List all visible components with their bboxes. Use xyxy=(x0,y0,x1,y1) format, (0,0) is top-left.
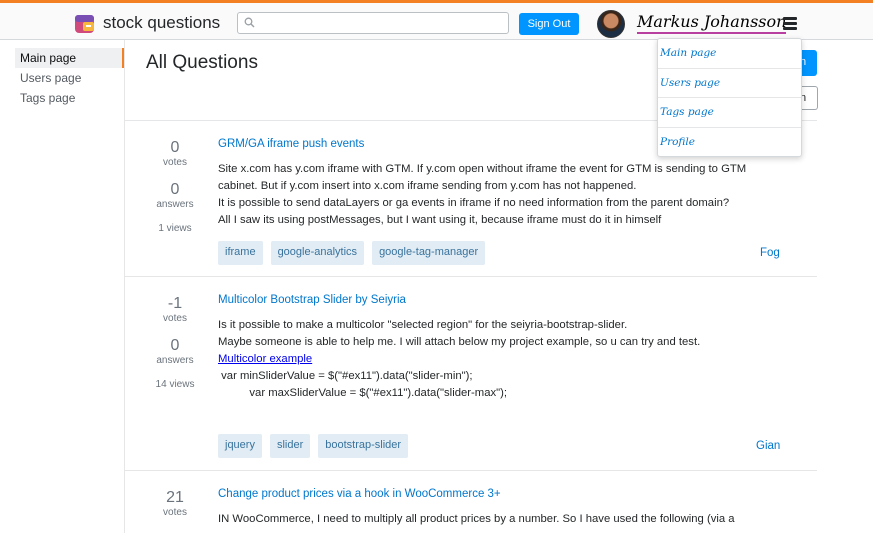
vote-label: votes xyxy=(163,313,187,324)
excerpt-line: cabinet. But if y.com insert into x.com … xyxy=(218,180,637,192)
excerpt-line: Maybe someone is able to help me. I will… xyxy=(218,336,701,348)
page-title: All Questions xyxy=(146,52,258,73)
answer-label: answers xyxy=(156,199,194,210)
answer-count: 0 xyxy=(170,181,180,198)
dropdown-item-profile[interactable]: Profile xyxy=(658,128,801,158)
question-title[interactable]: Change product prices via a hook in WooC… xyxy=(218,488,501,500)
excerpt-line: It is possible to send dataLayers or ga … xyxy=(218,197,730,209)
author-link[interactable]: Gian xyxy=(756,440,780,452)
question-row: -1 votes 0 answers 14 views Multicolor B… xyxy=(125,276,817,470)
question-stats: 0 votes 0 answers 1 views xyxy=(125,139,225,234)
question-excerpt: Is it possible to make a multicolor "sel… xyxy=(218,317,781,402)
vote-count: 21 xyxy=(166,489,184,506)
excerpt-line: Is it possible to make a multicolor "sel… xyxy=(218,319,628,331)
code-line: var maxSliderValue = $("#ex11").data("sl… xyxy=(218,387,508,399)
question-excerpt: IN WooCommerce, I need to multiply all p… xyxy=(218,511,781,528)
app-title[interactable]: stock questions xyxy=(103,13,220,33)
dropdown-item-main[interactable]: Main page xyxy=(658,39,801,69)
sidebar-item-users[interactable]: Users page xyxy=(15,68,125,88)
logo-icon[interactable] xyxy=(74,13,96,35)
tag[interactable]: jquery xyxy=(218,434,262,458)
author-link[interactable]: Fog xyxy=(760,247,780,259)
excerpt-line: Site x.com has y.com iframe with GTM. If… xyxy=(218,163,747,175)
search-icon xyxy=(244,17,255,28)
sign-out-button[interactable]: Sign Out xyxy=(519,13,579,35)
tag[interactable]: bootstrap-slider xyxy=(318,434,409,458)
dropdown-item-users[interactable]: Users page xyxy=(658,69,801,98)
vote-count: -1 xyxy=(167,295,183,312)
tag[interactable]: google-tag-manager xyxy=(372,241,486,265)
sidebar-item-main[interactable]: Main page xyxy=(15,48,125,68)
user-dropdown-menu: Main page Users page Tags page Profile xyxy=(657,38,802,157)
view-count: 14 views xyxy=(155,379,195,390)
question-stats: 21 votes xyxy=(125,489,225,519)
question-title[interactable]: GRM/GA iframe push events xyxy=(218,138,364,150)
question-stats: -1 votes 0 answers 14 views xyxy=(125,295,225,390)
tag[interactable]: google-analytics xyxy=(270,241,365,265)
view-count: 1 views xyxy=(158,223,192,234)
tag[interactable]: iframe xyxy=(218,241,263,265)
username-link[interactable]: Markus Johansson xyxy=(637,12,787,34)
answer-label: answers xyxy=(156,355,194,366)
answer-count: 0 xyxy=(170,337,180,354)
sidebar-nav: Main page Users page Tags page xyxy=(15,48,125,108)
multicolor-example-link[interactable]: Multicolor example xyxy=(218,351,781,368)
search-input[interactable] xyxy=(260,14,504,32)
hamburger-menu-icon[interactable] xyxy=(783,17,797,30)
question-title[interactable]: Multicolor Bootstrap Slider by Seiyria xyxy=(218,294,406,306)
excerpt-line: IN WooCommerce, I need to multiply all p… xyxy=(218,513,735,525)
question-excerpt: Site x.com has y.com iframe with GTM. If… xyxy=(218,161,781,229)
tag[interactable]: slider xyxy=(269,434,311,458)
vote-count: 0 xyxy=(170,139,180,156)
tag-list: iframe google-analytics google-tag-manager xyxy=(218,241,493,265)
sidebar-item-tags[interactable]: Tags page xyxy=(15,88,125,108)
dropdown-item-tags[interactable]: Tags page xyxy=(658,98,801,128)
vote-label: votes xyxy=(163,507,187,518)
avatar[interactable] xyxy=(597,10,625,38)
vote-label: votes xyxy=(163,157,187,168)
top-bar: stock questions Sign Out Markus Johansso… xyxy=(0,0,873,40)
code-line: var minSliderValue = $("#ex11").data("sl… xyxy=(218,370,473,382)
excerpt-line: All I saw its using postMessages, but I … xyxy=(218,214,662,226)
question-row: 21 votes Change product prices via a hoo… xyxy=(125,470,817,533)
search-box[interactable] xyxy=(237,12,509,34)
tag-list: jquery slider bootstrap-slider xyxy=(218,434,416,458)
